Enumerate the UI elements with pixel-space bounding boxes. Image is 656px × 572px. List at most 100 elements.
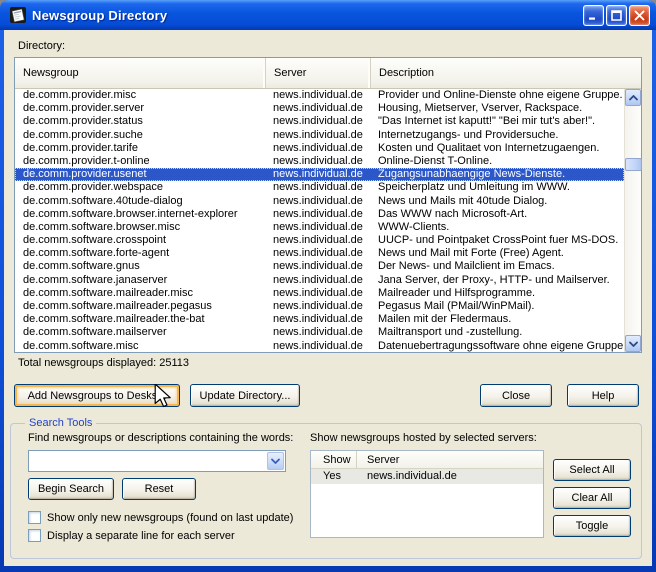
cell-newsgroup: de.comm.software.browser.misc [23,220,181,233]
minimize-button[interactable] [583,4,604,26]
server-column-server[interactable]: Server [357,451,543,468]
chevron-down-icon [271,458,280,464]
cell-server: news.individual.de [273,286,363,299]
cell-newsgroup: de.comm.software.misc [23,339,139,352]
cell-server: news.individual.de [273,260,363,273]
close-button[interactable] [629,4,650,26]
add-newsgroups-button[interactable]: Add Newsgroups to Desks... [14,384,180,407]
cell-server: news.individual.de [273,168,363,181]
table-row[interactable]: de.comm.software.forte-agent news.indivi… [15,247,624,260]
close-icon [634,10,645,20]
cell-newsgroup: de.comm.provider.status [23,115,143,128]
table-row[interactable]: de.comm.provider.misc news.individual.de… [15,89,624,102]
cell-description: Der News- und Mailclient im Emacs. [378,260,555,273]
table-row[interactable]: de.comm.software.browser.misc news.indiv… [15,221,624,234]
maximize-icon [611,9,622,21]
table-row[interactable]: de.comm.provider.status news.individual.… [15,115,624,128]
hosted-servers-label: Show newsgroups hosted by selected serve… [310,432,537,444]
cell-description: Mailen mit der Fledermaus. [378,313,512,326]
cell-server: news.individual.de [273,181,363,194]
separate-line-checkbox[interactable] [28,529,41,542]
cell-description: News und Mails mit 40tude Dialog. [378,194,548,207]
table-row[interactable]: de.comm.software.gnus news.individual.de… [15,260,624,273]
cell-newsgroup: de.comm.software.forte-agent [23,247,170,260]
toggle-button[interactable]: Toggle [553,515,631,537]
server-column-show[interactable]: Show [311,451,357,468]
directory-label: Directory: [18,40,66,52]
table-row[interactable]: de.comm.software.mailserver news.individ… [15,326,624,339]
table-row[interactable]: de.comm.software.crosspoint news.individ… [15,234,624,247]
table-row[interactable]: de.comm.provider.usenet news.individual.… [15,168,624,182]
scrollbar-thumb[interactable] [625,158,642,171]
titlebar[interactable]: Newsgroup Directory [0,0,656,30]
table-row[interactable]: de.comm.software.mailreader.pegasus news… [15,300,624,313]
cell-newsgroup: de.comm.provider.misc [23,89,137,101]
table-row[interactable]: de.comm.provider.server news.individual.… [15,102,624,115]
cell-server: news.individual.de [273,194,363,207]
cell-newsgroup: de.comm.provider.t-online [23,154,150,167]
maximize-button[interactable] [606,4,627,26]
select-all-button[interactable]: Select All [553,459,631,481]
update-directory-button[interactable]: Update Directory... [190,384,300,407]
cell-newsgroup: de.comm.software.mailreader.misc [23,286,193,299]
table-row[interactable]: de.comm.provider.t-online news.individua… [15,155,624,168]
table-header-row: Newsgroup Server Description [15,58,641,89]
cell-server: news.individual.de [273,273,363,286]
table-row[interactable]: de.comm.software.mailreader.the-bat news… [15,313,624,326]
cell-description: Online-Dienst T-Online. [378,154,493,167]
newsgroup-list: de.comm.provider.misc news.individual.de… [15,89,624,352]
table-row[interactable]: de.comm.software.janaserver news.individ… [15,274,624,287]
table-row[interactable]: de.comm.software.mailreader.misc news.in… [15,287,624,300]
cell-description: "Das Internet ist kaputt!" "Bei mir tut'… [378,115,596,128]
cell-description: Datenuebertragungssoftware ohne eigene G… [378,339,624,352]
cell-description: Jana Server, der Proxy-, HTTP- und Mails… [378,273,610,286]
cell-description: Das WWW nach Microsoft-Art. [378,207,528,220]
cell-description: Speicherplatz und Umleitung im WWW. [378,181,570,194]
table-row[interactable]: de.comm.provider.tarife news.individual.… [15,142,624,155]
cell-server: news.individual.de [273,234,363,247]
close-dialog-button[interactable]: Close [480,384,552,407]
app-icon [10,7,26,23]
scroll-up-button[interactable] [625,89,641,106]
scrollbar-track[interactable] [625,106,642,335]
help-button[interactable]: Help [567,384,639,407]
cell-newsgroup: de.comm.software.gnus [23,260,140,273]
window-title: Newsgroup Directory [32,7,168,23]
show-only-new-checkbox[interactable] [28,511,41,524]
table-row[interactable]: de.comm.software.40tude-dialog news.indi… [15,195,624,208]
reset-button[interactable]: Reset [122,478,196,500]
cell-description: Internetzugangs- und Providersuche. [378,128,559,141]
search-words-value[interactable] [29,451,266,471]
table-row[interactable]: de.comm.provider.webspace news.individua… [15,181,624,194]
column-header-newsgroup[interactable]: Newsgroup [15,58,266,88]
server-rows: Yes news.individual.de [311,469,543,484]
cell-newsgroup: de.comm.provider.server [23,102,145,115]
cell-newsgroup: de.comm.provider.tarife [23,141,138,154]
scroll-down-button[interactable] [625,335,641,352]
begin-search-button[interactable]: Begin Search [28,478,114,500]
table-row[interactable]: de.comm.software.browser.internet-explor… [15,208,624,221]
server-row[interactable]: Yes news.individual.de [311,469,543,484]
cell-newsgroup: de.comm.software.40tude-dialog [23,194,183,207]
vertical-scrollbar[interactable] [624,89,642,352]
search-words-combobox[interactable] [28,450,286,472]
combobox-dropdown-button[interactable] [267,452,284,470]
cell-newsgroup: de.comm.provider.suche [23,128,143,141]
newsgroup-directory-window: Newsgroup Directory Directory: Newsgroup… [0,0,656,572]
cell-newsgroup: de.comm.software.crosspoint [23,234,167,247]
cell-newsgroup: de.comm.provider.webspace [23,181,164,194]
cell-description: Pegasus Mail (PMail/WinPMail). [378,300,535,312]
cell-newsgroup: de.comm.provider.usenet [23,168,147,181]
cell-server: news.individual.de [273,102,363,115]
clear-all-button[interactable]: Clear All [553,487,631,509]
minimize-icon [589,17,595,20]
cell-server: news.individual.de [273,115,363,128]
chevron-down-icon [628,341,638,347]
cell-server: news.individual.de [273,89,363,101]
column-header-description[interactable]: Description [371,58,641,88]
table-row[interactable]: de.comm.provider.suche news.individual.d… [15,129,624,142]
column-header-server[interactable]: Server [266,58,371,88]
cell-server: news.individual.de [273,141,363,154]
table-row[interactable]: de.comm.software.misc news.individual.de… [15,340,624,352]
server-list: Show Server Yes news.individual.de [310,450,544,538]
